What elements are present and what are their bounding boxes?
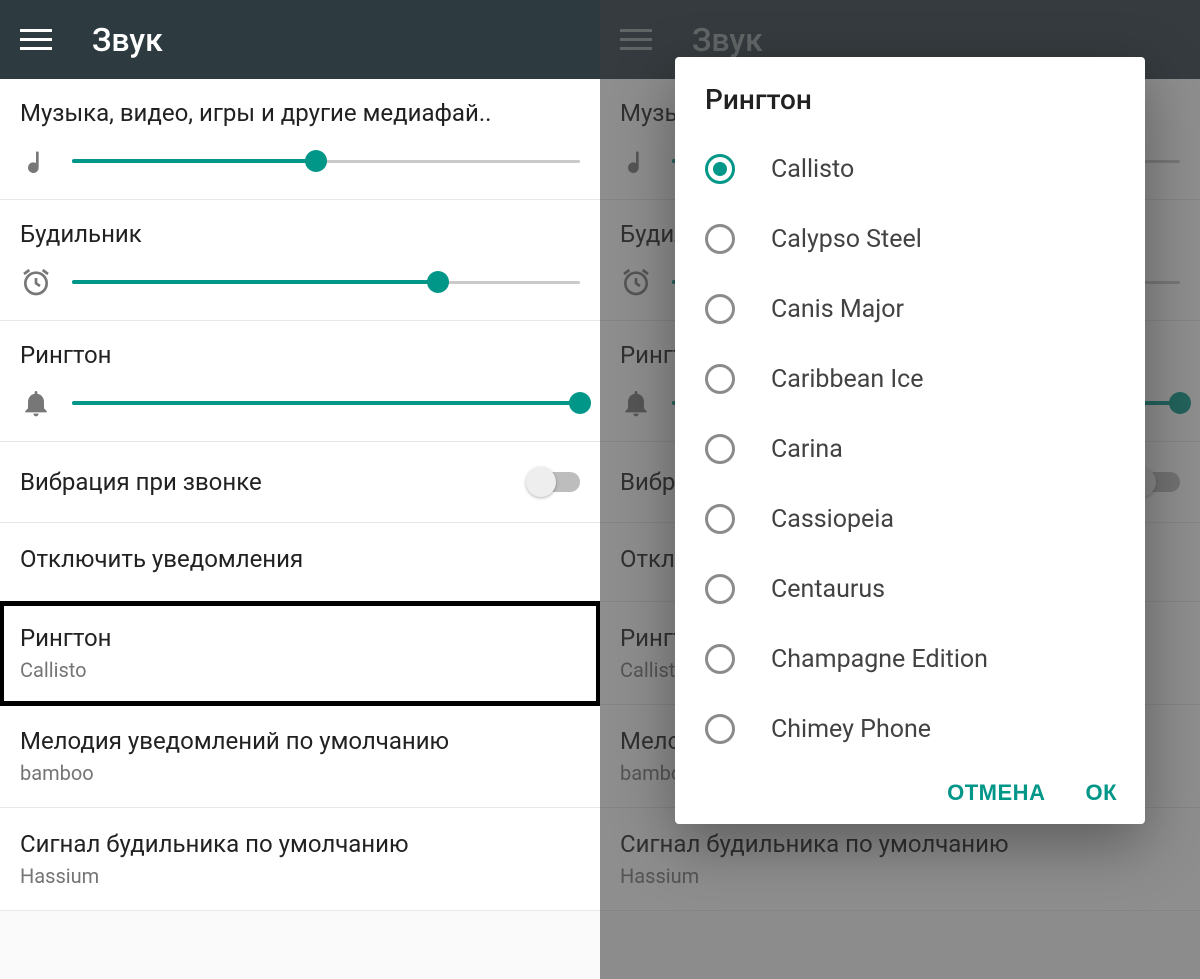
radio-icon <box>705 224 735 254</box>
ringtone-option-label: Canis Major <box>771 295 904 324</box>
sound-settings-screen: Звук Музыка, видео, игры и другие медиаф… <box>0 0 600 979</box>
ringtone-option[interactable]: Cassiopeia <box>683 484 1137 554</box>
media-volume-label: Музыка, видео, игры и другие медиафай.. <box>20 99 580 127</box>
ringtone-option[interactable]: Canis Major <box>683 274 1137 344</box>
radio-icon <box>705 504 735 534</box>
settings-list: Музыка, видео, игры и другие медиафай.. … <box>0 79 600 911</box>
ringtone-option-label: Chimey Phone <box>771 715 931 744</box>
ringtone-option[interactable]: Caribbean Ice <box>683 344 1137 414</box>
appbar: Звук <box>0 0 600 79</box>
radio-icon <box>705 294 735 324</box>
vibrate-switch[interactable] <box>528 472 580 492</box>
sound-settings-screen-with-dialog: Звук Музыка, видео, игры и другие медиаф… <box>600 0 1200 979</box>
dialog-actions: ОТМЕНА ОК <box>675 764 1145 816</box>
ringtone-option-label: Callisto <box>771 155 854 184</box>
ringtone-option-label: Caribbean Ice <box>771 365 924 394</box>
radio-icon <box>705 574 735 604</box>
media-volume-slider[interactable] <box>72 149 580 173</box>
cancel-button[interactable]: ОТМЕНА <box>947 780 1045 806</box>
dialog-title: Рингтон <box>675 57 1145 134</box>
notification-sound-value: bamboo <box>20 761 580 785</box>
ringtone-option-label: Carina <box>771 435 843 464</box>
ringtone-volume-section: Рингтон <box>0 321 600 442</box>
ringtone-volume-slider[interactable] <box>72 391 580 415</box>
ringtone-option-label: Centaurus <box>771 575 885 604</box>
alarm-volume-slider[interactable] <box>72 270 580 294</box>
alarm-volume-label: Будильник <box>20 220 580 248</box>
ok-button[interactable]: ОК <box>1085 780 1117 806</box>
ringtone-option[interactable]: Calypso Steel <box>683 204 1137 274</box>
radio-icon <box>705 714 735 744</box>
alarm-sound-value: Hassium <box>20 864 580 888</box>
page-title: Звук <box>92 21 163 59</box>
ringtone-volume-label: Рингтон <box>20 341 580 369</box>
alarm-sound-row[interactable]: Сигнал будильника по умолчанию Hassium <box>0 808 600 911</box>
ringtone-option-label: Calypso Steel <box>771 225 922 254</box>
notification-sound-title: Мелодия уведомлений по умолчанию <box>20 727 580 755</box>
bell-icon <box>20 387 52 419</box>
ringtone-option[interactable]: Carina <box>683 414 1137 484</box>
mute-notifications-label: Отключить уведомления <box>20 545 580 573</box>
mute-notifications-row[interactable]: Отключить уведомления <box>0 523 600 602</box>
hamburger-menu-icon[interactable] <box>20 22 56 58</box>
ringtone-row[interactable]: Рингтон Callisto <box>0 602 600 705</box>
ringtone-option-label: Cassiopeia <box>771 505 894 534</box>
vibrate-on-ring-row[interactable]: Вибрация при звонке <box>0 442 600 523</box>
alarm-volume-section: Будильник <box>0 200 600 321</box>
ringtone-picker-dialog: Рингтон Callisto Calypso Steel Canis Major… <box>675 57 1145 824</box>
radio-icon <box>705 644 735 674</box>
vibrate-label: Вибрация при звонке <box>20 468 262 496</box>
notification-sound-row[interactable]: Мелодия уведомлений по умолчанию bamboo <box>0 705 600 808</box>
ringtone-option[interactable]: Callisto <box>683 134 1137 204</box>
media-volume-section: Музыка, видео, игры и другие медиафай.. <box>0 79 600 200</box>
ringtone-option-label: Champagne Edition <box>771 645 988 674</box>
music-note-icon <box>20 145 52 177</box>
ringtone-option[interactable]: Centaurus <box>683 554 1137 624</box>
alarm-sound-title: Сигнал будильника по умолчанию <box>20 830 580 858</box>
radio-icon <box>705 364 735 394</box>
alarm-clock-icon <box>20 266 52 298</box>
radio-icon <box>705 154 735 184</box>
ringtone-option[interactable]: Chimey Phone <box>683 694 1137 764</box>
ringtone-row-title: Рингтон <box>20 624 580 652</box>
ringtone-row-value: Callisto <box>20 658 580 682</box>
ringtone-options-list: Callisto Calypso Steel Canis Major Caribbea… <box>675 134 1145 764</box>
ringtone-option[interactable]: Champagne Edition <box>683 624 1137 694</box>
radio-icon <box>705 434 735 464</box>
